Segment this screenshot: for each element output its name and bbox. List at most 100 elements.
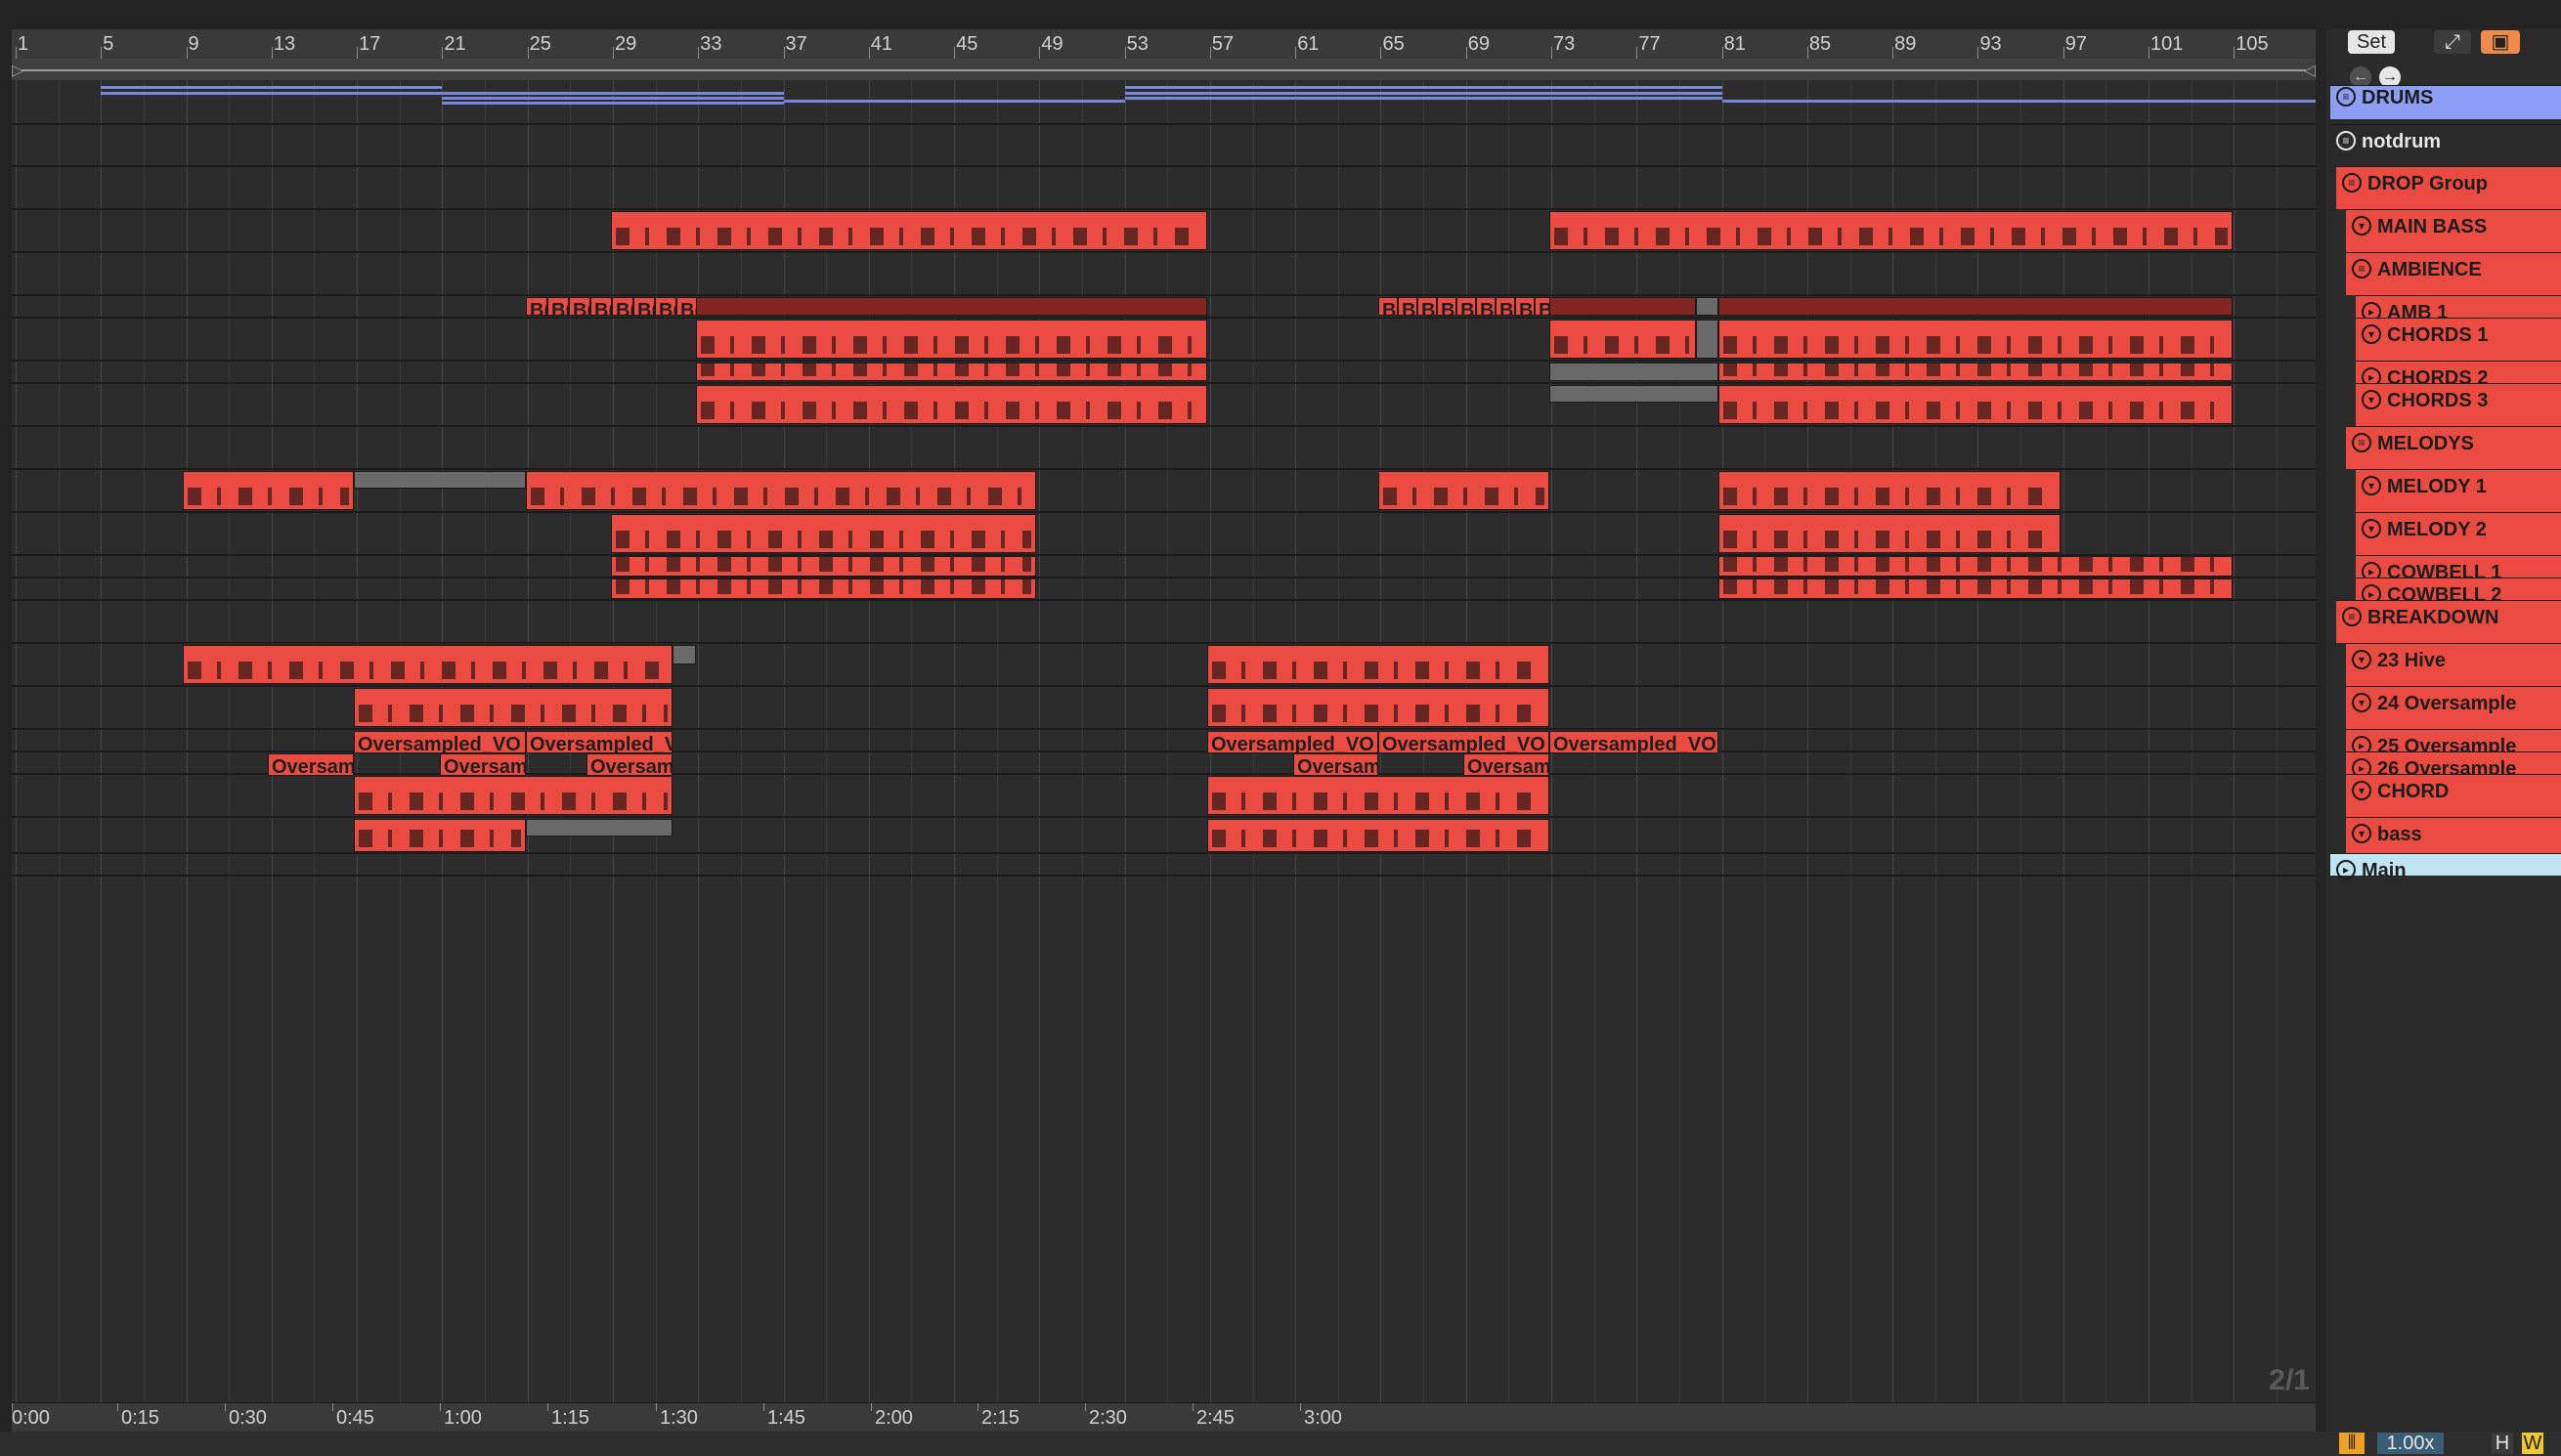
arrangement-clip[interactable]: Oversampled_VO [354,731,526,753]
arrangement-clip[interactable]: B( [590,297,612,316]
arrangement-clip[interactable] [183,645,673,684]
expand-icon[interactable]: ⤢ [2434,30,2471,54]
arrangement-clip[interactable] [354,776,673,815]
loop-end-arrow-icon[interactable]: ◁ [2304,61,2316,80]
arrangement-clip[interactable]: Oversampled_VO [1378,731,1549,753]
track-header-drums[interactable]: ≡ DRUMS [2330,85,2561,119]
track-header-cowbell-1[interactable]: ▸ COWBELL 1 [2356,555,2561,583]
track-header-amb-1[interactable]: ▸ AMB 1 [2356,295,2561,323]
arrangement-clip[interactable]: Oversampled_VO [1207,731,1378,753]
arrangement-clip[interactable] [1207,819,1549,852]
arrangement-clip[interactable] [1549,297,1696,316]
arrangement-clip[interactable] [1549,211,2233,250]
arrangement-clip[interactable]: B( [1476,297,1496,316]
arrangement-clip[interactable] [1718,320,2233,359]
group-fold-icon[interactable]: ≡ [2336,87,2356,107]
arrangement-clip[interactable] [611,211,1207,250]
arrangement-clip[interactable] [1718,297,2233,316]
arrangement-clip[interactable] [1718,514,2061,553]
arrangement-clip[interactable]: B( [1496,297,1515,316]
group-fold-icon[interactable]: ≡ [2352,433,2371,452]
track-fold-icon[interactable]: ▾ [2362,390,2381,409]
arrangement-clip[interactable] [1718,578,2233,599]
set-button[interactable]: Set [2348,30,2395,54]
arrangement-clip[interactable] [354,819,526,852]
arrangement-clip[interactable] [1718,556,2233,577]
arrangement-clip[interactable]: B( [676,297,698,316]
track-header-chords-1[interactable]: ▾ CHORDS 1 [2356,318,2561,361]
arrangement-view[interactable]: 1 5 9 13 17 21 25 29 33 37 41 45 49 53 57 61 65 69 73 77 81 8… [12,29,2316,1432]
track-header-26-oversample[interactable]: ▸ 26 Oversample [2346,751,2561,780]
arrangement-clip[interactable]: B( [1417,297,1437,316]
loop-brace[interactable] [22,69,2306,71]
arrangement-clip[interactable]: B( [1398,297,1417,316]
arrangement-clip[interactable] [696,320,1207,359]
arrangement-clip[interactable] [354,688,673,727]
arrangement-clip[interactable] [611,556,1036,577]
arrangement-clip[interactable] [696,297,1207,316]
lock-icon[interactable]: ▣ [2481,30,2520,54]
arrangement-clip[interactable] [1207,688,1549,727]
track-header-23-hive[interactable]: ▾ 23 Hive [2346,643,2561,686]
arrangement-clip[interactable]: B( [612,297,633,316]
arrangement-clip[interactable]: Oversampled_VO [1549,731,1718,753]
arrangement-clip[interactable]: B( [1437,297,1456,316]
arrangement-clip[interactable]: B( [569,297,590,316]
track-fold-icon[interactable]: ▾ [2362,476,2381,495]
group-fold-icon[interactable]: ≡ [2342,607,2362,626]
track-expand-icon[interactable]: ▸ [2336,860,2356,879]
track-fold-icon[interactable]: ▾ [2352,781,2371,800]
arrangement-clip[interactable] [354,471,526,489]
w-button[interactable]: W [2522,1433,2543,1454]
track-fold-icon[interactable]: ▾ [2362,519,2381,538]
arrangement-clip[interactable] [1378,471,1549,510]
arrangement-clip[interactable] [1549,320,1696,359]
arrangement-clip[interactable] [696,363,1207,381]
track-header-ambience[interactable]: ≡ AMBIENCE [2346,252,2561,295]
track-header-cowbell-2[interactable]: ▸ COWBELL 2 [2356,578,2561,606]
h-button[interactable]: H [2492,1433,2513,1454]
zoom-value[interactable]: 1.00x [2377,1433,2444,1454]
track-header-melody-1[interactable]: ▾ MELODY 1 [2356,469,2561,512]
track-header-chords-2[interactable]: ▸ CHORDS 2 [2356,361,2561,389]
track-header-25-oversample[interactable]: ▸ 25 Oversample [2346,729,2561,757]
arrangement-clip[interactable]: Oversam [268,753,354,776]
arrangement-clip[interactable]: Oversam [440,753,526,776]
track-header-main[interactable]: ▸ Main [2330,853,2561,881]
track-fold-icon[interactable]: ▾ [2362,324,2381,344]
arrangement-clip[interactable] [1696,297,1718,316]
track-header-chords-3[interactable]: ▾ CHORDS 3 [2356,383,2561,426]
track-header-chord[interactable]: ▾ CHORD [2346,774,2561,817]
arrangement-clip[interactable]: B( [526,297,547,316]
arrangement-clip[interactable] [1718,385,2233,424]
time-ruler[interactable]: 0:00 0:15 0:30 0:45 1:00 1:15 1:30 1:45 2:00 2:15… [12,1402,2316,1432]
track-fold-icon[interactable]: ▾ [2352,650,2371,669]
arrangement-clip[interactable]: Oversam [1463,753,1549,776]
arrangement-clip[interactable]: B( [1456,297,1476,316]
track-header-melodys[interactable]: ≡ MELODYS [2346,426,2561,469]
track-header-main-bass[interactable]: ▾ MAIN BASS [2346,209,2561,252]
arrangement-clip[interactable]: Oversam [586,753,673,776]
track-fold-icon[interactable]: ▾ [2352,693,2371,712]
track-header-melody-2[interactable]: ▾ MELODY 2 [2356,512,2561,555]
arrangement-clip[interactable] [673,645,696,664]
track-fold-icon[interactable]: ▾ [2352,824,2371,843]
arrangement-clip[interactable] [1207,645,1549,684]
track-header-24-oversample[interactable]: ▾ 24 Oversample [2346,686,2561,729]
track-header-drop-group[interactable]: ≡ DROP Group [2336,166,2561,209]
track-header-notdrum[interactable]: ≡ notdrum [2330,124,2561,166]
arrangement-clip[interactable]: B( [1378,297,1398,316]
arrangement-clip[interactable] [1696,320,1718,359]
arrangement-clip[interactable] [611,578,1036,599]
arrangement-clip[interactable] [696,385,1207,424]
track-header-bass[interactable]: ▾ bass [2346,817,2561,853]
arrangement-clip[interactable] [611,514,1036,553]
arrangement-clip[interactable] [526,819,673,836]
arrangement-clip[interactable] [1207,776,1549,815]
track-fold-icon[interactable]: ▾ [2352,216,2371,236]
arrangement-clip[interactable] [1549,363,1718,381]
arrangement-clip[interactable]: B( [633,297,655,316]
arrangement-clip[interactable]: Oversam [1293,753,1378,776]
arrangement-clip[interactable]: B( [1515,297,1535,316]
beat-ruler[interactable]: 1 5 9 13 17 21 25 29 33 37 41 45 49 53 57 61 65 69 73 77 81 8… [12,29,2316,60]
